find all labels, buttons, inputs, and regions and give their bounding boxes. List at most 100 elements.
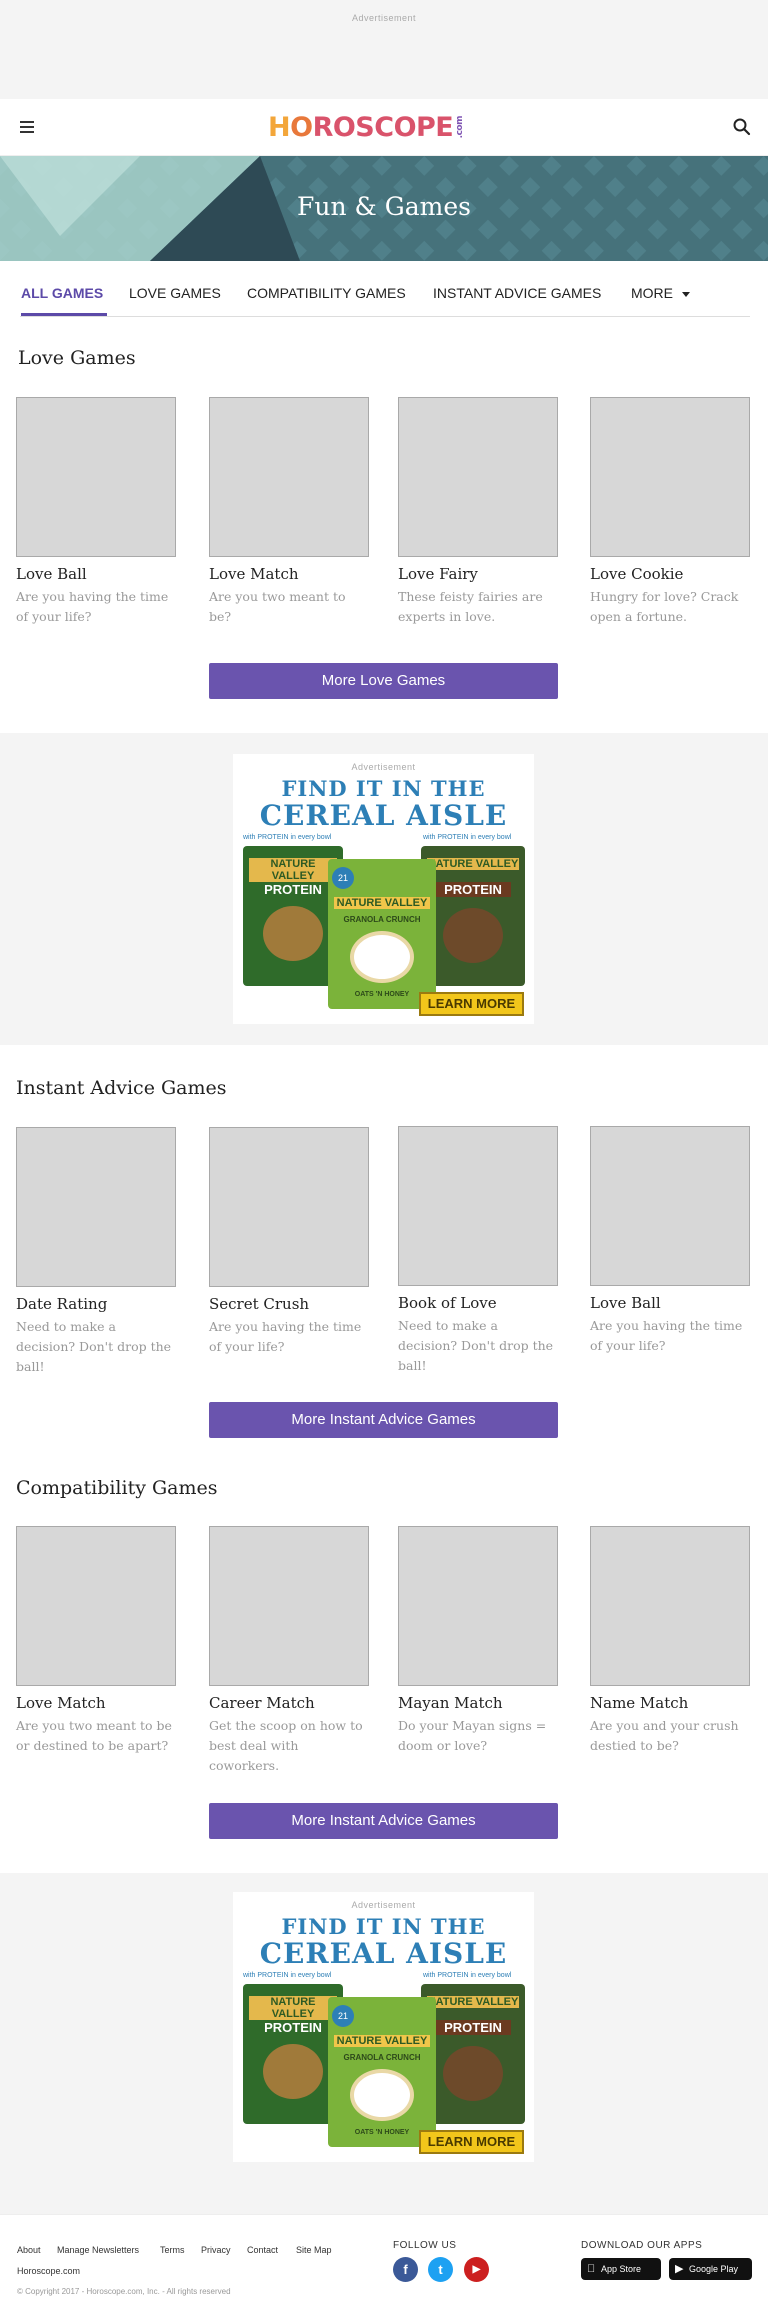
granola-image — [263, 906, 323, 961]
google-play-icon: ▶ — [675, 2263, 684, 2275]
youtube-icon[interactable]: ▶ — [464, 2257, 489, 2282]
app-store-button[interactable]:  App Store — [581, 2258, 661, 2280]
game-card[interactable]: Mayan Match Do your Mayan signs = doom o… — [398, 1526, 558, 1756]
game-name[interactable]: Love Ball — [16, 565, 176, 583]
apple-icon:  — [587, 2258, 595, 2280]
footer-link-about[interactable]: About — [17, 2245, 41, 2255]
game-name[interactable]: Name Match — [590, 1694, 750, 1712]
game-name[interactable]: Love Match — [209, 565, 369, 583]
ad-label: Advertisement — [351, 1900, 416, 1910]
game-card[interactable]: Career Match Get the scoop on how to bes… — [209, 1526, 369, 1776]
game-thumbnail[interactable] — [398, 397, 558, 557]
game-name[interactable]: Book of Love — [398, 1294, 558, 1312]
ad-tagline: with PROTEIN in every bowl — [243, 1972, 332, 1979]
game-description: Are you two meant to be or destined to b… — [16, 1718, 172, 1753]
game-name[interactable]: Date Rating — [16, 1295, 176, 1313]
section-title-compatibility-games: Compatibility Games — [16, 1477, 218, 1499]
game-thumbnail[interactable] — [590, 1526, 750, 1686]
game-card[interactable]: Secret Crush Are you having the time of … — [209, 1127, 369, 1357]
tab-more[interactable]: MORE — [631, 285, 690, 301]
tab-compatibility-games[interactable]: COMPATIBILITY GAMES — [247, 285, 406, 301]
section-title-instant-advice-games: Instant Advice Games — [16, 1077, 227, 1099]
game-card[interactable]: Book of Love Need to make a decision? Do… — [398, 1126, 558, 1376]
tab-instant-advice-games[interactable]: INSTANT ADVICE GAMES — [433, 285, 601, 301]
game-thumbnail[interactable] — [398, 1526, 558, 1686]
game-card[interactable]: Love Ball Are you having the time of you… — [590, 1126, 750, 1356]
ad-label: Advertisement — [351, 762, 416, 772]
footer-site-link[interactable]: Horoscope.com — [17, 2266, 80, 2276]
hamburger-menu-icon[interactable] — [20, 117, 36, 137]
site-logo[interactable]: H O ROSCOPE .com — [268, 111, 465, 143]
top-ad-slot[interactable]: Advertisement — [0, 0, 768, 99]
active-tab-indicator — [21, 313, 107, 316]
product-brand: NATURE VALLEY — [334, 2035, 430, 2047]
game-description: Are you two meant to be? — [209, 589, 346, 624]
tab-love-games[interactable]: LOVE GAMES — [129, 285, 221, 301]
product-brand: NATURE VALLEY — [334, 897, 430, 909]
google-play-button[interactable]: ▶ Google Play — [669, 2258, 752, 2280]
bowl-image — [350, 931, 414, 983]
ad-creative[interactable]: Advertisement FIND IT IN THE CEREAL AISL… — [233, 754, 534, 1024]
footer-link-privacy[interactable]: Privacy — [201, 2245, 231, 2255]
game-card[interactable]: Love Cookie Hungry for love? Crack open … — [590, 397, 750, 627]
copyright-text: © Copyright 2017 - Horoscope.com, Inc. -… — [17, 2287, 231, 2296]
game-thumbnail[interactable] — [16, 397, 176, 557]
game-description: Are you having the time of your life? — [209, 1319, 362, 1354]
search-icon[interactable] — [732, 117, 752, 137]
granola-image — [443, 2046, 503, 2101]
game-description: Are you having the time of your life? — [590, 1318, 743, 1353]
game-name[interactable]: Love Match — [16, 1694, 176, 1712]
game-description: Are you and your crush destied to be? — [590, 1718, 739, 1753]
game-name[interactable]: Love Cookie — [590, 565, 750, 583]
game-name[interactable]: Mayan Match — [398, 1694, 558, 1712]
product-image: NATURE VALLEY PROTEIN — [421, 846, 525, 986]
twitter-icon[interactable]: t — [428, 2257, 453, 2282]
game-card[interactable]: Love Ball Are you having the time of you… — [16, 397, 176, 627]
more-instant-advice-games-button[interactable]: More Instant Advice Games — [209, 1402, 558, 1438]
ad-headline: CEREAL AISLE — [259, 799, 508, 832]
product-badge: 21 — [332, 867, 354, 889]
more-love-games-button[interactable]: More Love Games — [209, 663, 558, 699]
site-header: H O ROSCOPE .com — [0, 99, 768, 156]
game-name[interactable]: Love Ball — [590, 1294, 750, 1312]
footer-link-terms[interactable]: Terms — [160, 2245, 185, 2255]
game-name[interactable]: Career Match — [209, 1694, 369, 1712]
product-badge: 21 — [332, 2005, 354, 2027]
game-thumbnail[interactable] — [590, 1126, 750, 1286]
tab-more-label: MORE — [631, 285, 673, 301]
footer-link-contact[interactable]: Contact — [247, 2245, 278, 2255]
product-brand: NATURE VALLEY — [249, 1996, 337, 2020]
caret-down-icon — [682, 291, 690, 297]
product-brand: NATURE VALLEY — [427, 858, 519, 870]
game-card[interactable]: Love Fairy These feisty fairies are expe… — [398, 397, 558, 627]
more-compatibility-games-button[interactable]: More Instant Advice Games — [209, 1803, 558, 1839]
game-thumbnail[interactable] — [16, 1526, 176, 1686]
logo-letter: O — [290, 111, 313, 143]
game-card[interactable]: Love Match Are you two meant to be? — [209, 397, 369, 627]
game-thumbnail[interactable] — [590, 397, 750, 557]
facebook-icon[interactable]: f — [393, 2257, 418, 2282]
game-thumbnail[interactable] — [209, 1526, 369, 1686]
game-card[interactable]: Name Match Are you and your crush destie… — [590, 1526, 750, 1756]
game-card[interactable]: Date Rating Need to make a decision? Don… — [16, 1127, 176, 1377]
app-store-label: App Store — [601, 2264, 642, 2274]
granola-image — [263, 2044, 323, 2099]
game-thumbnail[interactable] — [16, 1127, 176, 1287]
game-thumbnail[interactable] — [209, 1127, 369, 1287]
tab-all-games[interactable]: ALL GAMES — [21, 285, 103, 301]
learn-more-button[interactable]: LEARN MORE — [419, 2130, 524, 2154]
ad-creative[interactable]: Advertisement FIND IT IN THE CEREAL AISL… — [233, 1892, 534, 2162]
game-name[interactable]: Secret Crush — [209, 1295, 369, 1313]
product-name: PROTEIN — [435, 2020, 511, 2035]
game-thumbnail[interactable] — [209, 397, 369, 557]
product-name: GRANOLA CRUNCH — [343, 915, 421, 924]
product-image: 21 NATURE VALLEY GRANOLA CRUNCH OATS 'N … — [328, 859, 436, 1009]
footer-link-sitemap[interactable]: Site Map — [296, 2245, 332, 2255]
learn-more-button[interactable]: LEARN MORE — [419, 992, 524, 1016]
game-thumbnail[interactable] — [398, 1126, 558, 1286]
footer-link-newsletters[interactable]: Manage Newsletters — [57, 2245, 139, 2255]
bowl-image — [350, 2069, 414, 2121]
game-card[interactable]: Love Match Are you two meant to be or de… — [16, 1526, 176, 1756]
game-name[interactable]: Love Fairy — [398, 565, 558, 583]
product-image: NATURE VALLEY PROTEIN — [421, 1984, 525, 2124]
